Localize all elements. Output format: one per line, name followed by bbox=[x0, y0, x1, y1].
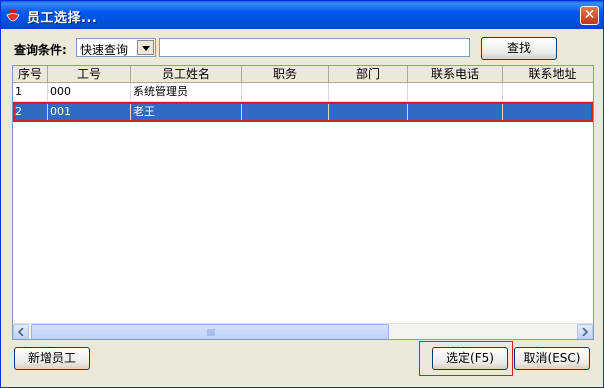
add-employee-button[interactable]: 新增员工 bbox=[14, 347, 90, 370]
table-cell bbox=[242, 83, 329, 102]
scroll-thumb[interactable] bbox=[31, 324, 389, 339]
query-mode-select[interactable]: 快速查询 bbox=[76, 38, 156, 57]
app-logo-icon bbox=[6, 9, 20, 22]
table-cell bbox=[503, 103, 593, 122]
employee-grid: 序号 工号 员工姓名 职务 部门 联系电话 联系地址 1 000 系统管理员 2 001 老王 bbox=[12, 65, 594, 340]
query-mode-value: 快速查询 bbox=[80, 43, 129, 57]
column-header[interactable]: 工号 bbox=[48, 66, 131, 83]
table-cell: 000 bbox=[48, 83, 131, 102]
title-bar[interactable]: 员工选择... ✕ bbox=[1, 1, 603, 29]
dialog-body: 查询条件: 快速查询 查找 序号 工号 员工姓名 职务 部门 联系电话 联系地址 1 000 系统… bbox=[4, 29, 600, 385]
column-header[interactable]: 联系地址 bbox=[503, 66, 593, 83]
column-header[interactable]: 部门 bbox=[329, 66, 408, 83]
column-header[interactable]: 职务 bbox=[242, 66, 329, 83]
chevron-right-icon bbox=[582, 328, 588, 336]
table-cell: 系统管理员 bbox=[131, 83, 242, 102]
search-button[interactable]: 查找 bbox=[481, 37, 557, 60]
scroll-right-button[interactable] bbox=[577, 324, 593, 339]
table-cell bbox=[408, 83, 503, 102]
cancel-button[interactable]: 取消(ESC) bbox=[514, 347, 590, 370]
table-cell bbox=[329, 103, 408, 122]
close-button[interactable]: ✕ bbox=[580, 6, 599, 25]
table-row[interactable]: 2 001 老王 bbox=[13, 103, 593, 122]
scroll-left-button[interactable] bbox=[13, 324, 29, 339]
query-condition-label: 查询条件: bbox=[14, 43, 67, 57]
window-title: 员工选择... bbox=[27, 11, 98, 26]
table-cell: 2 bbox=[13, 103, 48, 122]
dropdown-button[interactable] bbox=[137, 40, 154, 55]
table-cell: 老王 bbox=[131, 103, 242, 122]
table-cell: 001 bbox=[48, 103, 131, 122]
table-cell bbox=[503, 83, 593, 102]
table-cell bbox=[242, 103, 329, 122]
column-header[interactable]: 联系电话 bbox=[408, 66, 503, 83]
chevron-left-icon bbox=[18, 328, 24, 336]
query-input[interactable] bbox=[159, 38, 470, 57]
horizontal-scrollbar[interactable] bbox=[13, 323, 593, 339]
table-cell bbox=[329, 83, 408, 102]
table-row[interactable]: 1 000 系统管理员 bbox=[13, 83, 593, 102]
grid-viewport: 序号 工号 员工姓名 职务 部门 联系电话 联系地址 1 000 系统管理员 2 001 老王 bbox=[13, 66, 593, 323]
close-icon: ✕ bbox=[583, 7, 596, 23]
employee-select-dialog: 员工选择... ✕ 查询条件: 快速查询 查找 序号 工号 员工姓名 职务 部门 联系电话… bbox=[0, 0, 604, 388]
grip-icon bbox=[207, 329, 215, 336]
column-header[interactable]: 序号 bbox=[13, 66, 48, 83]
column-header[interactable]: 员工姓名 bbox=[131, 66, 242, 83]
table-cell bbox=[408, 103, 503, 122]
chevron-down-icon bbox=[142, 46, 150, 51]
table-cell: 1 bbox=[13, 83, 48, 102]
confirm-select-button[interactable]: 选定(F5) bbox=[432, 347, 508, 370]
